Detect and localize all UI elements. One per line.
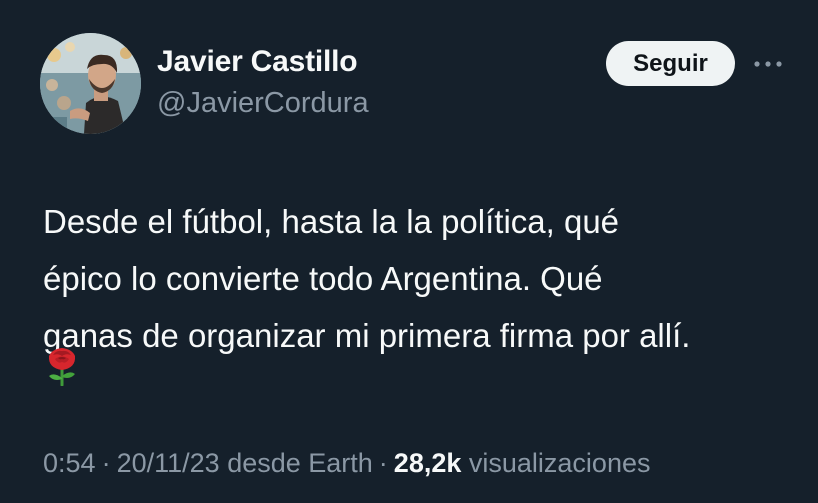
author-handle[interactable]: @JavierCordura bbox=[157, 87, 369, 120]
author-name[interactable]: Javier Castillo bbox=[157, 45, 358, 79]
more-horizontal-icon[interactable] bbox=[748, 47, 788, 81]
rose-icon bbox=[44, 346, 80, 387]
follow-button[interactable]: Seguir bbox=[606, 41, 735, 86]
tweet-source: desde Earth bbox=[227, 448, 373, 478]
tweet-text-line: épico lo convierte todo Argentina. Qué bbox=[43, 260, 603, 297]
meta-separator: · bbox=[101, 448, 111, 478]
views-label[interactable]: visualizaciones bbox=[469, 448, 651, 478]
tweet-date[interactable]: 20/11/23 bbox=[117, 448, 220, 478]
tweet-text: Desde el fútbol, hasta la la política, q… bbox=[43, 193, 803, 364]
meta-separator: · bbox=[378, 448, 388, 478]
tweet-text-line: Desde el fútbol, hasta la la política, q… bbox=[43, 203, 620, 240]
views-count[interactable]: 28,2k bbox=[394, 448, 462, 478]
avatar-photo bbox=[40, 33, 141, 134]
tweet-meta: 0:54 · 20/11/23 desde Earth · 28,2k visualiz… bbox=[43, 448, 650, 479]
avatar[interactable] bbox=[40, 33, 141, 134]
tweet-text-line: ganas de organizar mi primera firma por … bbox=[43, 317, 691, 354]
tweet-time[interactable]: 0:54 bbox=[43, 448, 96, 478]
tweet-card: Javier Castillo @JavierCordura Seguir De… bbox=[0, 0, 818, 503]
